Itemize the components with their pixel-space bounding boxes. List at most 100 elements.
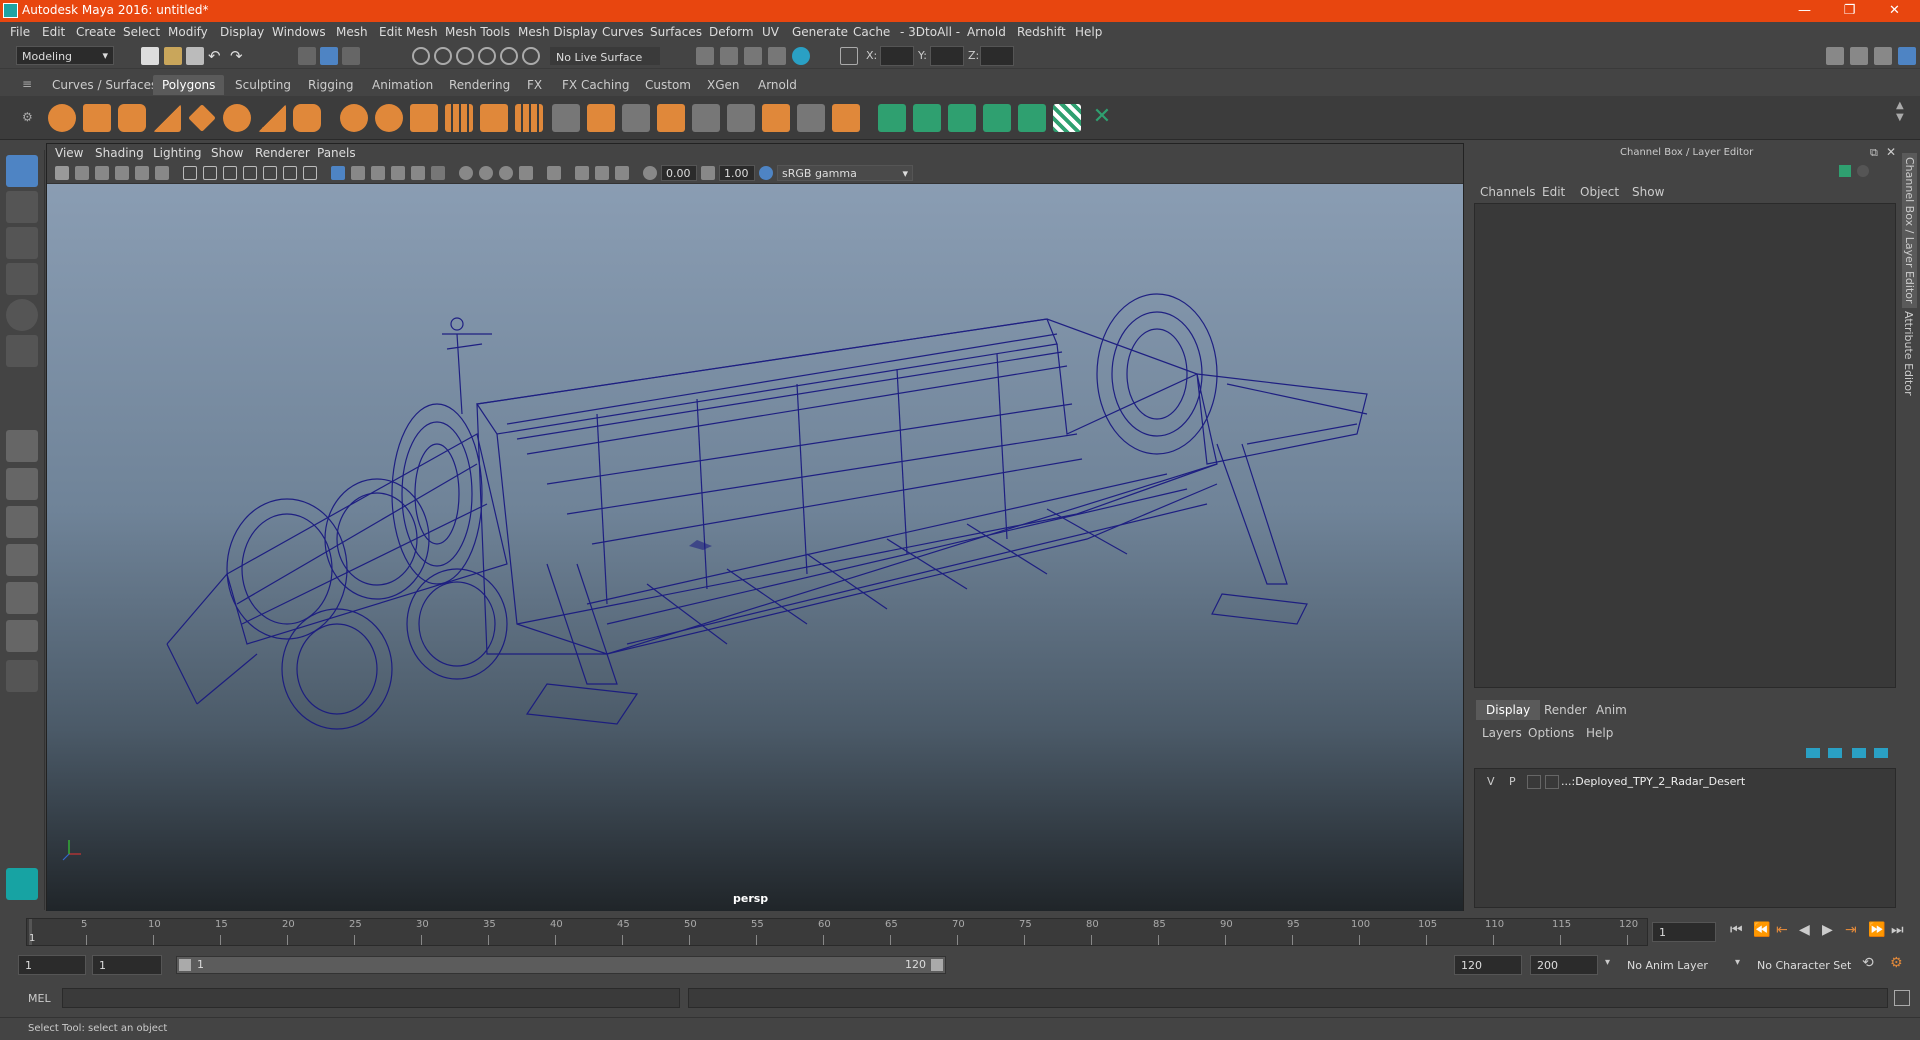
multi-cut-icon[interactable] <box>552 104 580 132</box>
options-menu[interactable]: Options <box>1528 726 1574 740</box>
insert-edge-loop-icon[interactable] <box>692 104 720 132</box>
multisample-aa-icon[interactable] <box>499 166 513 180</box>
tab-animation[interactable]: Animation <box>363 75 442 95</box>
use-all-lights-icon[interactable] <box>411 166 425 180</box>
four-view-layout-icon[interactable] <box>6 468 38 500</box>
tab-xgen[interactable]: XGen <box>698 75 749 95</box>
textured-icon[interactable] <box>391 166 405 180</box>
uv-checker-icon[interactable] <box>1053 104 1081 132</box>
menu-uv[interactable]: UV <box>762 25 779 39</box>
shadows-icon[interactable] <box>431 166 445 180</box>
viewport-menu-shading[interactable]: Shading <box>95 146 144 160</box>
minimize-button[interactable]: — <box>1782 0 1827 22</box>
persp-outliner-layout-icon[interactable] <box>6 506 38 538</box>
poly-sphere-icon[interactable] <box>48 104 76 132</box>
step-forward-frame-icon[interactable]: ⇥ <box>1845 922 1857 938</box>
range-start-handle[interactable] <box>179 959 191 971</box>
tab-fx[interactable]: FX <box>518 75 551 95</box>
select-object-icon[interactable] <box>320 47 338 65</box>
xray-active-icon[interactable] <box>595 166 609 180</box>
menu-display[interactable]: Display <box>220 25 264 39</box>
shelf-scroll-up-icon[interactable]: ▲ <box>1896 100 1904 111</box>
fill-hole-icon[interactable] <box>797 104 825 132</box>
exposure-field[interactable]: 0.00 <box>661 165 697 181</box>
move-layer-up-icon[interactable] <box>1806 748 1820 758</box>
menu-generate[interactable]: Generate <box>792 25 848 39</box>
current-frame-field[interactable]: 1 <box>1652 922 1716 942</box>
hypershade-layout-icon[interactable] <box>6 582 38 614</box>
menu-set-dropdown[interactable]: Modeling ▾ <box>16 46 114 65</box>
select-hierarchy-icon[interactable] <box>298 47 316 65</box>
scale-tool-icon[interactable] <box>6 335 38 367</box>
animation-preferences-icon[interactable]: ⚙ <box>1890 955 1903 971</box>
single-perspective-layout-icon[interactable] <box>6 430 38 462</box>
tab-fx-caching[interactable]: FX Caching <box>553 75 638 95</box>
move-tool-icon[interactable] <box>6 263 38 295</box>
grid-icon[interactable] <box>183 166 197 180</box>
viewport-menu-lighting[interactable]: Lighting <box>153 146 202 160</box>
poly-cube-icon[interactable] <box>83 104 111 132</box>
layout-options-icon[interactable] <box>6 660 38 692</box>
menu-3dtoall[interactable]: - 3DtoAll - <box>900 25 960 39</box>
side-tab-attribute-editor[interactable]: Attribute Editor <box>1902 311 1915 396</box>
uv-layout-icon[interactable] <box>6 620 38 652</box>
layers-menu[interactable]: Layers <box>1482 726 1522 740</box>
character-set-dropdown[interactable]: No Character Set <box>1750 955 1874 975</box>
menu-arnold[interactable]: Arnold <box>967 25 1006 39</box>
attribute-editor-icon[interactable] <box>1850 47 1868 65</box>
menu-select[interactable]: Select <box>123 25 160 39</box>
persp-graph-layout-icon[interactable] <box>6 544 38 576</box>
gamma-field[interactable]: 1.00 <box>719 165 755 181</box>
append-polygon-icon[interactable] <box>762 104 790 132</box>
auto-key-icon[interactable]: ⟲ <box>1862 955 1874 971</box>
select-tool-icon[interactable] <box>6 155 38 187</box>
render-view-icon[interactable] <box>696 47 714 65</box>
scene-end-field[interactable]: 200 <box>1530 955 1598 975</box>
viewport-menu-view[interactable]: View <box>55 146 83 160</box>
side-tab-channel-box[interactable]: Channel Box / Layer Editor <box>1902 153 1917 308</box>
command-input[interactable] <box>62 988 680 1008</box>
open-scene-icon[interactable] <box>164 47 182 65</box>
safe-title-icon[interactable] <box>303 166 317 180</box>
ipr-render-icon[interactable] <box>744 47 762 65</box>
x-field[interactable] <box>880 46 914 66</box>
script-editor-icon[interactable] <box>1894 990 1910 1006</box>
bridge-icon[interactable] <box>622 104 650 132</box>
snap-point-icon[interactable] <box>456 47 474 65</box>
snap-curve-icon[interactable] <box>434 47 452 65</box>
close-button[interactable]: ✕ <box>1872 0 1917 22</box>
poly-cone-icon[interactable] <box>153 104 181 132</box>
menu-edit-mesh[interactable]: Edit Mesh <box>379 25 438 39</box>
menu-redshift[interactable]: Redshift <box>1017 25 1066 39</box>
uv-cylindrical-icon[interactable] <box>913 104 941 132</box>
smooth-shade-icon[interactable] <box>351 166 365 180</box>
show-menu[interactable]: Show <box>1632 185 1664 199</box>
resolution-gate-icon[interactable] <box>223 166 237 180</box>
rotate-tool-icon[interactable] <box>6 299 38 331</box>
depth-of-field-icon[interactable] <box>519 166 533 180</box>
shelf-scroll-down-icon[interactable]: ▼ <box>1896 112 1904 123</box>
poly-plane-icon[interactable] <box>188 104 216 132</box>
merge-icon[interactable] <box>832 104 860 132</box>
tab-rigging[interactable]: Rigging <box>299 75 362 95</box>
camera-icon[interactable] <box>55 166 69 180</box>
grease-pencil-icon[interactable] <box>155 166 169 180</box>
playback-end-field[interactable]: 120 <box>1454 955 1522 975</box>
snap-grid-icon[interactable] <box>412 47 430 65</box>
menu-mesh-tools[interactable]: Mesh Tools <box>445 25 510 39</box>
view-transform-dropdown[interactable]: sRGB gamma ▾ <box>777 165 913 181</box>
go-to-end-icon[interactable]: ⏭ <box>1891 922 1904 938</box>
shelf-settings-icon[interactable]: ⚙ <box>22 110 33 124</box>
uv-spherical-icon[interactable] <box>948 104 976 132</box>
channel-box-area[interactable] <box>1474 203 1896 688</box>
tab-custom[interactable]: Custom <box>636 75 700 95</box>
modeling-toolkit-icon[interactable] <box>1826 47 1844 65</box>
motion-blur-icon[interactable] <box>479 166 493 180</box>
uv-editor-icon[interactable] <box>1018 104 1046 132</box>
viewport-canvas[interactable]: persp <box>47 184 1463 911</box>
range-end-handle[interactable] <box>931 959 943 971</box>
boolean-icon[interactable] <box>480 104 508 132</box>
live-surface-field[interactable]: No Live Surface <box>550 47 660 65</box>
uv-layout-icon[interactable]: ✕ <box>1088 104 1116 132</box>
step-back-key-icon[interactable]: ⏪ <box>1753 922 1770 938</box>
